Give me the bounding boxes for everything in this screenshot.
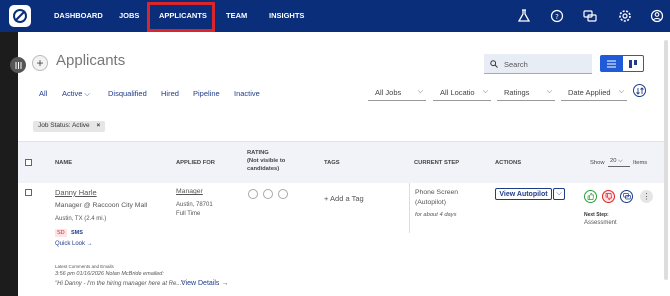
account-icon[interactable]: [650, 9, 664, 23]
location-dropdown-label: All Locatio: [440, 88, 475, 97]
sliders-icon: [15, 61, 21, 69]
items-per-page-value: 20: [610, 158, 617, 164]
filter-tab-active[interactable]: Active ⌵: [62, 89, 90, 99]
row-checkbox[interactable]: [25, 189, 32, 196]
column-header-rating-note-2: candidates): [247, 166, 280, 172]
autopilot-dropdown-button[interactable]: ⌵: [553, 188, 565, 200]
filter-tab-hired[interactable]: Hired: [161, 89, 179, 98]
date-applied-dropdown-label: Date Applied: [568, 88, 611, 97]
list-icon: [606, 60, 616, 67]
filter-tab-pipeline[interactable]: Pipeline: [193, 89, 220, 98]
select-all-checkbox[interactable]: [25, 159, 32, 166]
sort-button[interactable]: [633, 84, 646, 97]
source-badge: SD: [55, 229, 67, 237]
filter-tab-all[interactable]: All: [39, 89, 47, 98]
reject-button[interactable]: [602, 190, 615, 203]
search-icon: [490, 60, 498, 68]
page-title: Applicants: [56, 52, 126, 69]
chevron-down-icon: ⌵: [84, 91, 90, 98]
search-input[interactable]: Search: [484, 54, 592, 74]
help-icon[interactable]: ?: [550, 9, 564, 23]
kanban-icon: [628, 59, 637, 68]
applicant-title: Manager @ Raccoon City Mall: [55, 202, 148, 209]
svg-text:?: ?: [555, 13, 559, 21]
show-label: Show: [590, 160, 605, 166]
next-step-label: Next Step:: [584, 212, 609, 218]
applicant-name-link[interactable]: Danny Harle: [55, 188, 97, 197]
items-label: Items: [633, 160, 648, 166]
column-header-applied-for: APPLIED FOR: [176, 160, 215, 166]
chip-label: Job Status: Active: [38, 122, 90, 129]
applicant-location: Austin, TX (2.4 mi.): [55, 216, 107, 222]
date-applied-dropdown[interactable]: Date Applied ⌵: [561, 83, 627, 101]
advance-button[interactable]: [584, 190, 597, 203]
nav-jobs[interactable]: JOBS: [119, 11, 139, 20]
applied-job-link[interactable]: Manager: [176, 188, 203, 195]
nav-insights[interactable]: INSIGHTS: [269, 11, 304, 20]
sms-badge[interactable]: SMS: [71, 230, 83, 236]
current-step-duration: for about 4 days: [415, 212, 457, 218]
rating-sad-icon[interactable]: [248, 189, 258, 199]
comment-text: "Hi Danny - I'm the hiring manager here …: [55, 281, 184, 287]
column-header-current-step: CURRENT STEP: [414, 160, 460, 166]
sidebar-toggle-button[interactable]: [10, 57, 26, 73]
filter-tab-inactive[interactable]: Inactive: [234, 89, 260, 98]
step-divider: [409, 183, 410, 233]
column-header-actions: ACTIONS: [495, 160, 522, 166]
add-tag-button[interactable]: + Add a Tag: [324, 194, 364, 203]
chevron-down-icon: ⌵: [556, 190, 562, 197]
nav-dashboard[interactable]: DASHBOARD: [54, 11, 103, 20]
applied-job-type: Full Time: [176, 211, 201, 217]
ratings-dropdown-label: Ratings: [504, 88, 530, 97]
view-autopilot-button[interactable]: View Autopilot: [495, 188, 552, 200]
chevron-down-icon: ⌵: [417, 88, 423, 95]
chevron-down-icon: ⌵: [546, 88, 552, 95]
chat-icon[interactable]: [583, 9, 597, 23]
active-nav-highlight: [147, 2, 215, 32]
chevron-down-icon: ⌵: [618, 158, 623, 164]
rating-happy-icon[interactable]: [278, 189, 288, 199]
thumbs-down-icon: [605, 193, 612, 200]
filter-tab-disqualified[interactable]: Disqualified: [108, 89, 147, 98]
more-options-button[interactable]: ⋮: [640, 190, 653, 203]
chevron-down-icon: ⌵: [482, 88, 488, 95]
sort-icon: [635, 86, 644, 95]
chevron-down-icon: ⌵: [618, 88, 624, 95]
column-header-rating: RATING: [247, 150, 269, 156]
applied-job-location: Austin, 78701: [176, 202, 213, 208]
close-icon[interactable]: ×: [96, 122, 100, 129]
rating-neutral-icon[interactable]: [263, 189, 273, 199]
filter-tab-active-label: Active: [62, 89, 83, 98]
column-header-rating-note: (Not visible to: [247, 158, 286, 164]
next-step-value: Assessment: [584, 220, 617, 226]
app-logo[interactable]: [9, 5, 31, 27]
location-dropdown[interactable]: All Locatio ⌵: [433, 83, 491, 101]
comment-meta: 3:56 pm 01/16/2026 Nolan McBride emailed…: [55, 271, 164, 277]
jobs-dropdown[interactable]: All Jobs ⌵: [368, 83, 426, 101]
current-step-mode: (Autopilot): [415, 199, 446, 206]
thumbs-up-icon: [587, 193, 594, 200]
message-button[interactable]: [620, 190, 633, 203]
chat-icon: [622, 193, 631, 200]
jobs-dropdown-label: All Jobs: [375, 88, 402, 97]
view-details-link[interactable]: View Details →: [181, 280, 228, 287]
column-header-name: NAME: [55, 160, 73, 166]
ratings-dropdown[interactable]: Ratings ⌵: [497, 83, 555, 101]
table-header: NAME APPLIED FOR RATING (Not visible to …: [18, 141, 664, 183]
quick-look-link[interactable]: Quick Look →: [55, 241, 93, 247]
current-step-name: Phone Screen: [415, 189, 459, 196]
list-view-button[interactable]: [600, 55, 622, 72]
scrollbar[interactable]: [664, 40, 668, 280]
gear-icon[interactable]: [618, 9, 632, 23]
add-applicant-button[interactable]: +: [32, 55, 48, 71]
top-nav-bar: DASHBOARD JOBS APPLICANTS TEAM INSIGHTS …: [0, 0, 670, 32]
items-per-page-select[interactable]: 20 ⌵: [608, 157, 630, 167]
board-view-button[interactable]: [622, 55, 644, 72]
job-status-filter-chip: Job Status: Active ×: [33, 121, 106, 132]
flask-icon[interactable]: [517, 9, 531, 23]
comments-heading: Latest Comments and Emails: [55, 264, 114, 269]
column-header-tags: TAGS: [324, 160, 340, 166]
more-vertical-icon: ⋮: [642, 191, 651, 201]
nav-team[interactable]: TEAM: [226, 11, 247, 20]
